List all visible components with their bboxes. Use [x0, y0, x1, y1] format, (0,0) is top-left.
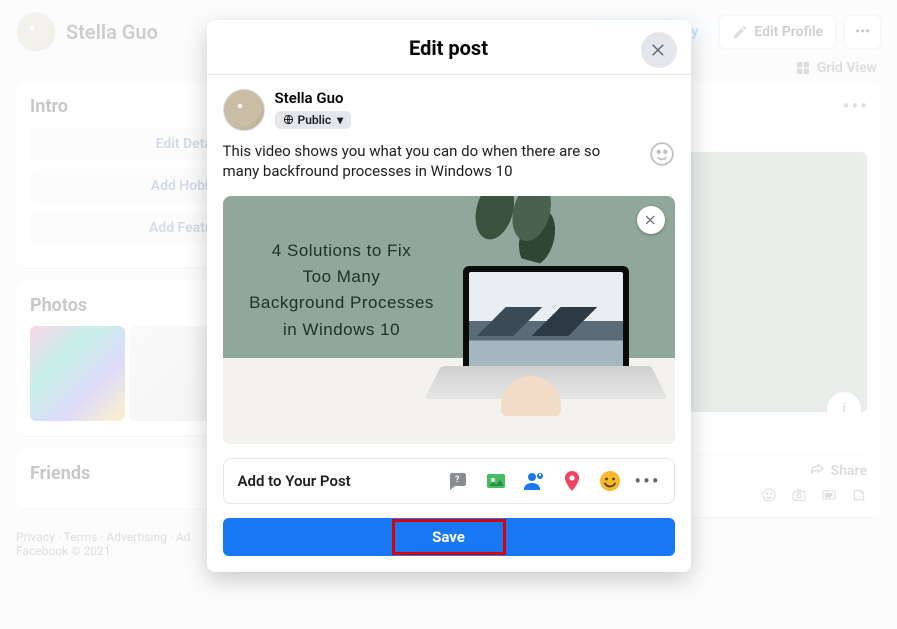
location-icon[interactable] [560, 469, 584, 493]
photo-icon[interactable] [484, 469, 508, 493]
author-name: Stella Guo [275, 89, 352, 107]
tag-person-icon[interactable] [522, 469, 546, 493]
speech-bubble-icon[interactable]: ? [446, 469, 470, 493]
close-icon [644, 213, 658, 227]
privacy-label: Public [298, 113, 332, 127]
add-to-post-bar: Add to Your Post ? ••• [223, 458, 675, 504]
add-to-post-label: Add to Your Post [238, 472, 351, 490]
author-avatar[interactable] [223, 89, 265, 131]
thumbnail-caption: 4 Solutions to Fix Too Many Background P… [237, 238, 447, 343]
emoji-picker-icon[interactable] [649, 141, 675, 167]
thumbnail-scene: 4 Solutions to Fix Too Many Background P… [223, 196, 675, 444]
privacy-selector[interactable]: Public ▾ [275, 111, 352, 129]
save-button[interactable]: Save [223, 518, 675, 556]
modal-body: Stella Guo Public ▾ This video shows you… [207, 75, 691, 572]
svg-text:?: ? [455, 475, 460, 485]
post-text-input[interactable]: This video shows you what you can do whe… [223, 141, 641, 182]
close-icon [650, 41, 668, 59]
globe-icon [283, 114, 294, 125]
edit-post-modal: Edit post Stella Guo Public ▾ This video… [207, 20, 691, 572]
save-label: Save [432, 528, 465, 546]
feeling-icon[interactable] [598, 469, 622, 493]
close-button[interactable] [641, 32, 677, 68]
modal-header: Edit post [207, 20, 691, 75]
more-icon[interactable]: ••• [636, 469, 660, 493]
caret-down-icon: ▾ [337, 113, 343, 127]
attached-media[interactable]: 4 Solutions to Fix Too Many Background P… [223, 196, 675, 444]
compose-area: This video shows you what you can do whe… [223, 141, 675, 182]
modal-title: Edit post [207, 36, 691, 60]
remove-attachment-button[interactable] [637, 206, 665, 234]
post-author-row: Stella Guo Public ▾ [223, 89, 675, 131]
